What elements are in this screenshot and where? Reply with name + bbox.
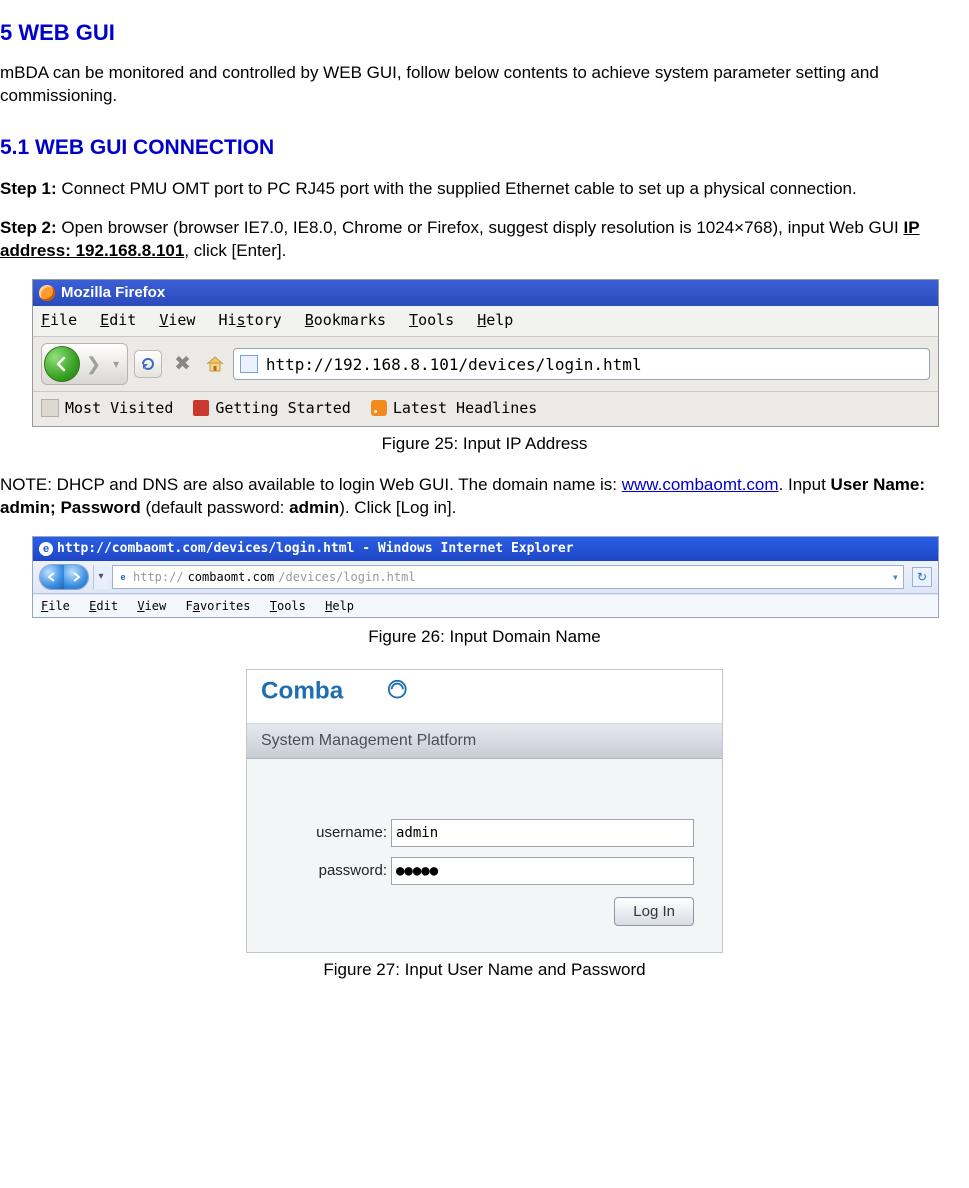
- section-heading-5-1: 5.1 WEB GUI CONNECTION: [0, 134, 969, 162]
- ie-history-dropdown[interactable]: ▾: [93, 565, 108, 589]
- svg-text:Comba: Comba: [261, 678, 344, 705]
- ie-menubar[interactable]: File Edit View Favorites Tools Help: [33, 594, 938, 617]
- login-body: username: password: Log In: [247, 759, 722, 952]
- login-button-row: Log In: [275, 897, 694, 926]
- note-admin: admin: [289, 498, 339, 517]
- firefox-window: Mozilla Firefox File Edit View History B…: [32, 279, 939, 428]
- reload-button[interactable]: [134, 350, 162, 378]
- bookmark-latest-headlines[interactable]: Latest Headlines: [393, 398, 538, 418]
- password-input[interactable]: [391, 857, 694, 885]
- ie-page-icon: e: [117, 571, 129, 583]
- ie-menu-file[interactable]: File: [41, 599, 70, 613]
- ie-url-prefix: http://: [133, 569, 184, 585]
- ie-url-suffix: /devices/login.html: [278, 569, 415, 585]
- section-heading-5: 5 WEB GUI: [0, 18, 969, 48]
- bookmark-most-visited[interactable]: Most Visited: [65, 398, 173, 418]
- nav-back-forward-pill: ❯ ▾: [41, 343, 128, 385]
- ie-menu-view[interactable]: View: [137, 599, 166, 613]
- ie-nav-toolbar: ▾ e http://combaomt.com/devices/login.ht…: [33, 561, 938, 594]
- step-1: Step 1: Connect PMU OMT port to PC RJ45 …: [0, 178, 969, 201]
- firefox-nav-toolbar: ❯ ▾ ✖: [33, 337, 938, 392]
- firefox-titlebar: Mozilla Firefox: [33, 280, 938, 306]
- menu-edit[interactable]: Edit: [100, 311, 136, 329]
- login-header: System Management Platform: [247, 723, 722, 759]
- step-2-label: Step 2:: [0, 218, 57, 237]
- step-2-text-c: , click [Enter].: [184, 241, 286, 260]
- page-icon: [240, 355, 258, 373]
- note-text-f: ). Click [Log in].: [339, 498, 456, 517]
- ie-menu-tools[interactable]: Tools: [270, 599, 306, 613]
- ie-back-button[interactable]: [40, 565, 64, 589]
- menu-help[interactable]: Help: [477, 311, 513, 329]
- stop-button[interactable]: ✖: [174, 351, 191, 378]
- note-text-d: (default password:: [141, 498, 289, 517]
- ie-go-button[interactable]: ↻: [912, 567, 932, 587]
- step-2: Step 2: Open browser (browser IE7.0, IE8…: [0, 217, 969, 263]
- back-arrow-icon: [47, 572, 57, 582]
- menu-tools[interactable]: Tools: [409, 311, 454, 329]
- figure-26-caption: Figure 26: Input Domain Name: [0, 626, 969, 649]
- comba-logo-icon: Comba: [261, 678, 410, 706]
- menu-file[interactable]: File: [41, 311, 77, 329]
- login-panel: Comba System Management Platform usernam…: [246, 669, 723, 953]
- username-input[interactable]: [391, 819, 694, 847]
- getting-started-icon: [193, 400, 209, 416]
- step-1-text: Connect PMU OMT port to PC RJ45 port wit…: [57, 179, 857, 198]
- step-1-label: Step 1:: [0, 179, 57, 198]
- back-arrow-icon: [54, 356, 70, 372]
- ie-window: e http://combaomt.com/devices/login.html…: [32, 536, 939, 618]
- reload-icon: [140, 356, 156, 372]
- ie-forward-button[interactable]: [64, 565, 88, 589]
- firefox-title-text: Mozilla Firefox: [61, 283, 165, 303]
- back-button[interactable]: [44, 346, 80, 382]
- note-text-b: . Input: [779, 475, 831, 494]
- firefox-menubar[interactable]: File Edit View History Bookmarks Tools H…: [33, 306, 938, 337]
- forward-button[interactable]: ❯: [86, 352, 101, 376]
- figure-25-caption: Figure 25: Input IP Address: [0, 433, 969, 456]
- login-button[interactable]: Log In: [614, 897, 694, 926]
- menu-history[interactable]: History: [218, 311, 281, 329]
- history-dropdown-icon[interactable]: ▾: [113, 356, 119, 372]
- ie-url-dropdown-icon[interactable]: ▾: [892, 569, 899, 585]
- username-label: username:: [275, 824, 387, 841]
- ie-menu-help[interactable]: Help: [325, 599, 354, 613]
- url-bar[interactable]: [233, 348, 930, 380]
- intro-paragraph: mBDA can be monitored and controlled by …: [0, 62, 969, 108]
- password-label: password:: [275, 862, 387, 879]
- firefox-icon: [39, 285, 55, 301]
- note-text-a: NOTE: DHCP and DNS are also available to…: [0, 475, 622, 494]
- forward-arrow-icon: [71, 572, 81, 582]
- bookmark-getting-started[interactable]: Getting Started: [215, 398, 350, 418]
- rss-icon: [371, 400, 387, 416]
- menu-view[interactable]: View: [159, 311, 195, 329]
- home-icon: [205, 354, 225, 374]
- ie-menu-favorites[interactable]: Favorites: [185, 599, 250, 613]
- note-paragraph: NOTE: DHCP and DNS are also available to…: [0, 474, 969, 520]
- ie-icon: e: [39, 542, 53, 556]
- url-input[interactable]: [264, 354, 923, 375]
- ie-nav-pill: [39, 564, 89, 590]
- ie-menu-edit[interactable]: Edit: [89, 599, 118, 613]
- firefox-bookmarks-bar: Most Visited Getting Started Latest Head…: [33, 392, 938, 426]
- most-visited-icon: [41, 399, 59, 417]
- ie-titlebar: e http://combaomt.com/devices/login.html…: [33, 537, 938, 561]
- menu-bookmarks[interactable]: Bookmarks: [305, 311, 386, 329]
- username-row: username:: [275, 819, 694, 847]
- ie-url-domain: combaomt.com: [188, 569, 275, 585]
- figure-27-caption: Figure 27: Input User Name and Password: [0, 959, 969, 982]
- home-button[interactable]: [203, 352, 227, 376]
- ie-title-text: http://combaomt.com/devices/login.html -…: [57, 540, 574, 558]
- domain-link[interactable]: www.combaomt.com: [622, 475, 779, 494]
- ie-url-bar[interactable]: e http://combaomt.com/devices/login.html…: [112, 565, 904, 589]
- step-2-text-a: Open browser (browser IE7.0, IE8.0, Chro…: [57, 218, 904, 237]
- comba-logo: Comba: [247, 670, 722, 723]
- password-row: password:: [275, 857, 694, 885]
